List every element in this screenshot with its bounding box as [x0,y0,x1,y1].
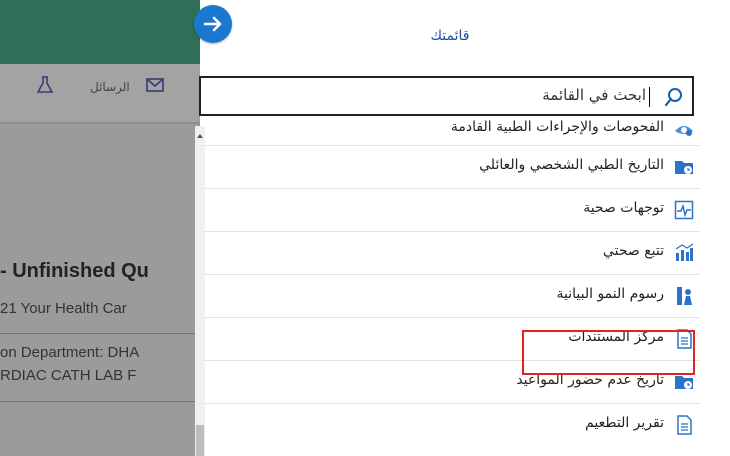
search-placeholder: ابحث في القائمة [542,86,646,104]
menu-item-growth-charts[interactable]: رسوم النمو البيانية [205,275,700,318]
divider [0,401,200,402]
menu-item-health-trends[interactable]: توجهات صحية [205,189,700,232]
search-icon [664,88,682,107]
scroll-thumb[interactable] [196,425,204,456]
document-icon [677,415,692,435]
menu-item-label: رسوم النمو البيانية [556,286,665,302]
menu-item-upcoming-tests[interactable]: الفحوصات والإجراءات الطبية القادمة [205,115,700,146]
text-cursor [649,87,650,107]
menu-item-medical-history[interactable]: التاريخ الطبي الشخصي والعائلي [205,146,700,189]
eye-icon [675,126,693,136]
folder-clock-icon [675,161,693,174]
envelope-icon[interactable] [146,78,164,95]
heartbeat-icon [674,200,694,220]
growth-chart-icon [677,287,692,305]
menu-item-label: التاريخ الطبي الشخصي والعائلي [479,157,664,173]
messages-label[interactable]: الرسائل [90,80,130,94]
arrow-right-icon [203,16,222,32]
folder-clock-icon [675,376,693,389]
background-header [0,0,200,64]
menu-item-track-health[interactable]: تتبع صحتي [205,232,700,275]
toolbar-divider [0,122,200,124]
scroll-up-icon[interactable] [196,126,204,142]
menu-title: قائمتك [430,28,470,44]
menu-item-label: الفحوصات والإجراءات الطبية القادمة [450,119,664,135]
back-button[interactable] [194,5,232,43]
flask-icon[interactable] [36,76,54,97]
background-line: on Department: DHA [0,344,140,361]
menu-item-label: تتبع صحتي [602,243,664,259]
background-app: الرسائل - Unfinished Qu 21 Your Health C… [0,0,200,456]
background-heading: - Unfinished Qu [0,260,149,282]
menu-item-label: تقرير التطعيم [585,415,664,431]
divider [0,333,200,334]
highlight-box [522,330,695,375]
menu-item-label: توجهات صحية [583,200,664,216]
background-line: 21 Your Health Car [0,300,127,317]
background-line: RDIAC CATH LAB F [0,367,137,384]
menu-item-immunization-report[interactable]: تقرير التطعيم [205,404,700,447]
search-input[interactable]: ابحث في القائمة [199,76,694,116]
bar-chart-icon [675,243,694,261]
scrollbar[interactable] [195,126,205,456]
